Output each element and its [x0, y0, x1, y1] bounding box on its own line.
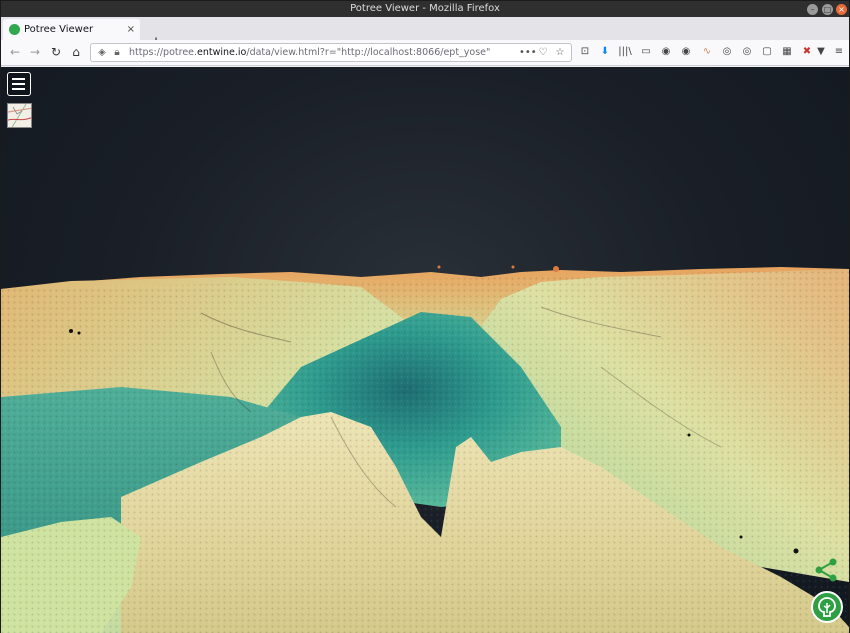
- lock-icon[interactable]: 🔒︎: [110, 44, 124, 61]
- url-domain: entwine.io: [197, 47, 247, 58]
- map-thumbnail-icon[interactable]: [7, 103, 32, 128]
- url-text[interactable]: https://potree.entwine.io/data/view.html…: [129, 44, 490, 61]
- pocket-icon[interactable]: ♡: [536, 44, 550, 61]
- potree-favicon-icon: [9, 24, 20, 35]
- title-bar: Potree Viewer - Mozilla Firefox – □ ×: [1, 1, 849, 17]
- tab-label: Potree Viewer: [24, 24, 94, 35]
- download-icon[interactable]: ⬇: [597, 44, 613, 60]
- library-icon[interactable]: |||\: [617, 44, 633, 60]
- url-prefix: https://potree.: [129, 47, 198, 58]
- navigation-bar: ← → ↻ ⌂ ◈ 🔒︎ https://potree.entwine.io/d…: [1, 40, 849, 66]
- tab-close-icon[interactable]: ×: [127, 19, 135, 40]
- reload-icon[interactable]: ↻: [48, 44, 64, 60]
- extension-icon[interactable]: ▦: [779, 44, 795, 60]
- sidebar-icon[interactable]: ▭: [638, 44, 654, 60]
- page-actions-icon[interactable]: •••: [519, 44, 537, 61]
- hamburger-menu-icon[interactable]: [7, 72, 31, 96]
- tracking-shield-icon[interactable]: ◈: [95, 44, 109, 61]
- tab-bar: Potree Viewer × +: [1, 17, 849, 50]
- share-icon[interactable]: [813, 557, 839, 583]
- minimize-button[interactable]: –: [807, 4, 818, 15]
- extension-icon[interactable]: ◉: [678, 44, 694, 60]
- point-cloud-viewport[interactable]: [1, 67, 849, 633]
- extension-icon[interactable]: ▢: [759, 44, 775, 60]
- extension-icon[interactable]: ∿: [699, 44, 715, 60]
- url-bar[interactable]: ◈ 🔒︎ https://potree.entwine.io/data/view…: [90, 43, 572, 62]
- app-menu-icon[interactable]: ≡: [831, 44, 847, 60]
- close-window-button[interactable]: ×: [836, 4, 847, 15]
- url-path: /data/view.html?r="http://localhost:8066…: [246, 47, 491, 58]
- forward-arrow-icon[interactable]: →: [27, 44, 43, 60]
- maximize-button[interactable]: □: [822, 4, 833, 15]
- bookmark-star-icon[interactable]: ☆: [553, 44, 567, 61]
- tab-potree-viewer[interactable]: Potree Viewer ×: [3, 19, 140, 40]
- screenshot-icon[interactable]: ⊡: [577, 44, 593, 60]
- account-icon[interactable]: ◎: [719, 44, 735, 60]
- extension-icon[interactable]: ◎: [739, 44, 755, 60]
- overflow-chevron-icon[interactable]: ▼: [813, 44, 829, 60]
- back-arrow-icon[interactable]: ←: [7, 44, 23, 60]
- window-title: Potree Viewer - Mozilla Firefox: [350, 3, 500, 14]
- terrain-point-cloud: [1, 265, 849, 633]
- extension-icon[interactable]: ◉: [658, 44, 674, 60]
- potree-logo-icon[interactable]: [811, 591, 843, 623]
- home-icon[interactable]: ⌂: [68, 44, 84, 60]
- browser-window: Potree Viewer - Mozilla Firefox – □ × Po…: [0, 0, 850, 633]
